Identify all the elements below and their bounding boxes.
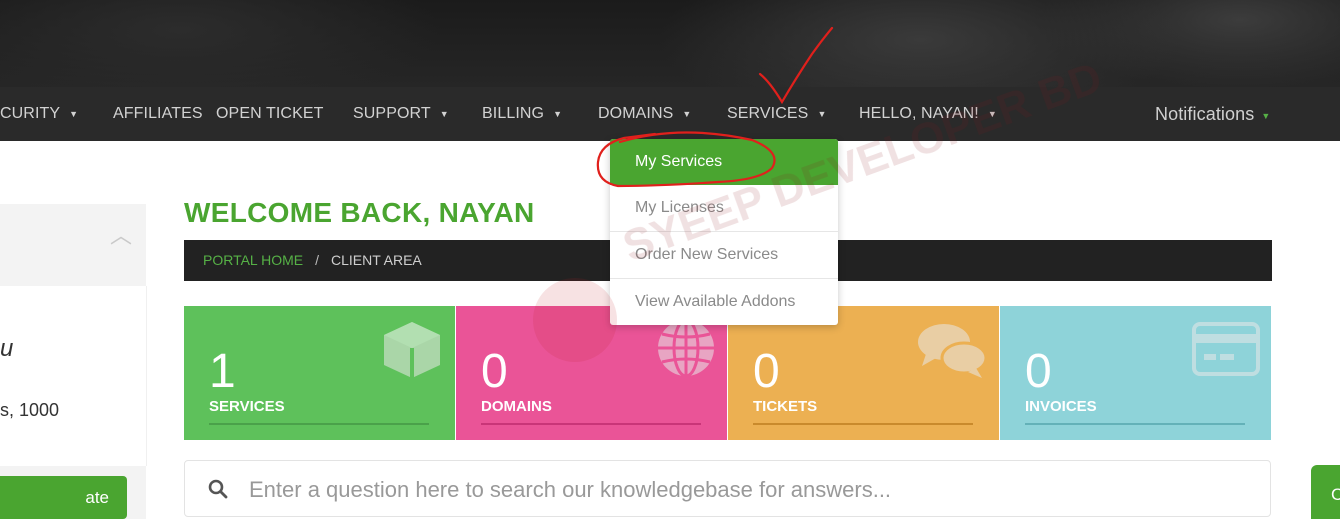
- tile-invoices[interactable]: 0 INVOICES: [1000, 306, 1271, 440]
- caret-down-icon: ▼: [1261, 111, 1271, 121]
- caret-down-icon: ▼: [553, 109, 563, 119]
- services-dropdown-menu: My Services My Licenses Order New Servic…: [610, 139, 838, 325]
- sidebar-client-name: u: [0, 335, 14, 362]
- tile-underline: [481, 423, 701, 425]
- caret-down-icon: ▼: [69, 109, 79, 119]
- caret-down-icon: ▼: [987, 109, 997, 119]
- tile-count: 1: [209, 345, 236, 398]
- tile-domains[interactable]: 0 DOMAINS: [456, 306, 727, 440]
- search-icon[interactable]: [208, 479, 228, 499]
- chevron-up-icon[interactable]: ︿: [110, 218, 132, 250]
- nav-item-affiliates[interactable]: AFFILIATES: [113, 87, 203, 141]
- sidebar-panel-body: [0, 286, 147, 466]
- comments-icon: [918, 324, 988, 378]
- page-title: WELCOME BACK, NAYAN: [184, 197, 535, 228]
- main-navbar: CURITY ▼ AFFILIATES OPEN TICKET SUPPORT ▼ …: [0, 87, 1340, 141]
- search-input[interactable]: [247, 471, 1251, 509]
- sidebar-client-address: s, 1000: [0, 400, 60, 420]
- breadcrumb-home-link[interactable]: PORTAL HOME: [203, 252, 303, 268]
- caret-down-icon: ▼: [682, 109, 692, 119]
- tile-tickets[interactable]: 0 TICKETS: [728, 306, 999, 440]
- notifications-menu[interactable]: Notifications ▼: [1155, 87, 1270, 141]
- tile-count: 0: [753, 345, 780, 398]
- nav-item-account[interactable]: HELLO, NAYAN! ▼: [859, 87, 997, 141]
- breadcrumb-current: CLIENT AREA: [330, 252, 422, 268]
- nav-item-domains[interactable]: DOMAINS ▼: [598, 87, 691, 141]
- tile-label: INVOICES: [1025, 398, 1097, 415]
- tile-count: 0: [1025, 345, 1052, 398]
- update-button[interactable]: ate: [0, 476, 127, 519]
- nav-item-security[interactable]: CURITY ▼: [0, 87, 78, 141]
- tile-count: 0: [481, 345, 508, 398]
- tile-label: SERVICES: [209, 398, 285, 415]
- tile-services[interactable]: 1 SERVICES: [184, 306, 455, 440]
- floating-side-tab[interactable]: C: [1311, 465, 1340, 519]
- menu-item-view-available-addons[interactable]: View Available Addons: [610, 279, 838, 325]
- tile-underline: [1025, 423, 1245, 425]
- nav-item-support[interactable]: SUPPORT ▼: [353, 87, 449, 141]
- menu-item-my-licenses[interactable]: My Licenses: [610, 185, 838, 232]
- nav-item-open-ticket[interactable]: OPEN TICKET: [216, 87, 324, 141]
- nav-item-services[interactable]: SERVICES ▼: [727, 87, 826, 141]
- caret-down-icon: ▼: [817, 109, 827, 119]
- tile-label: DOMAINS: [481, 398, 552, 415]
- hero-banner: [0, 0, 1340, 87]
- breadcrumb-separator: /: [315, 252, 319, 268]
- menu-item-order-new-services[interactable]: Order New Services: [610, 232, 838, 279]
- tile-underline: [209, 423, 429, 425]
- credit-card-icon: [1192, 322, 1260, 376]
- tile-underline: [753, 423, 973, 425]
- caret-down-icon: ▼: [439, 109, 449, 119]
- nav-item-billing[interactable]: BILLING ▼: [482, 87, 562, 141]
- menu-item-my-services[interactable]: My Services: [610, 139, 838, 185]
- knowledgebase-search: [184, 460, 1271, 517]
- tile-label: TICKETS: [753, 398, 818, 415]
- globe-icon: [658, 318, 714, 378]
- cube-icon: [384, 322, 440, 378]
